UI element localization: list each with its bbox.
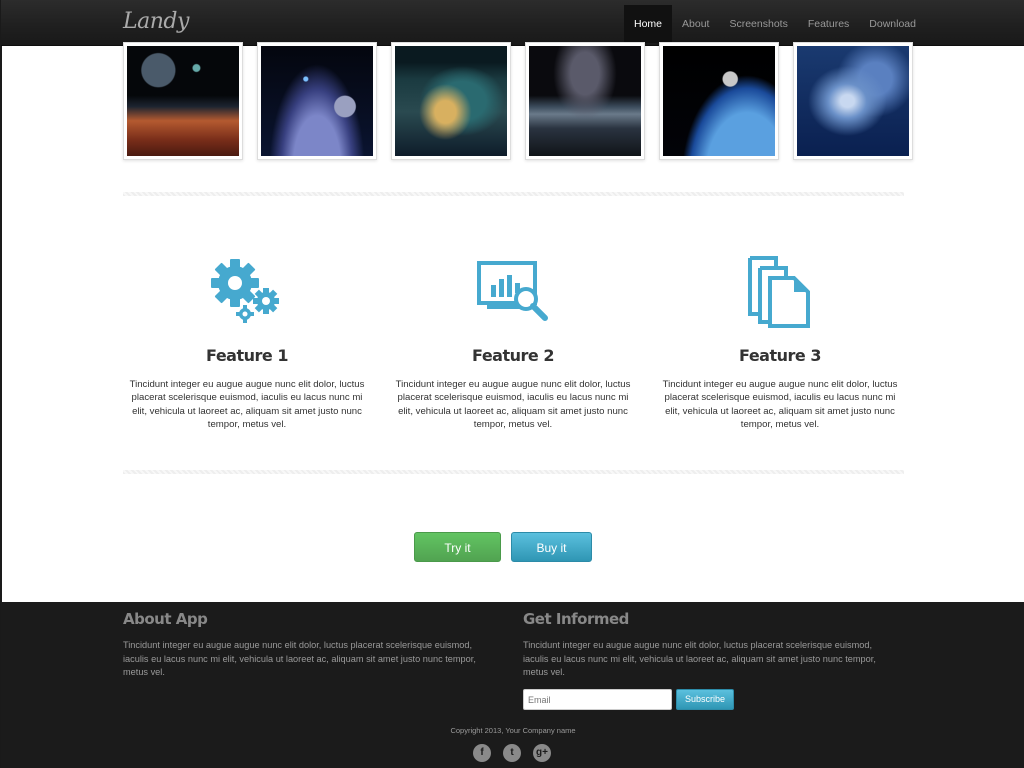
- email-field[interactable]: [523, 689, 672, 710]
- screenshot-nebula: [797, 46, 909, 156]
- screenshot-milky-way-horizon: [529, 46, 641, 156]
- subscribe-form: Subscribe: [523, 689, 734, 710]
- get-informed-title: Get Informed: [523, 610, 629, 628]
- social-links: f t g+: [473, 744, 551, 762]
- get-informed-section: Get Informed Tincidunt integer eu augue …: [523, 610, 883, 680]
- nav-item-download[interactable]: Download: [859, 5, 926, 43]
- feature-card: Feature 3 Tincidunt integer eu augue aug…: [657, 252, 903, 432]
- nav-item-home[interactable]: Home: [624, 5, 673, 43]
- gears-icon: [124, 252, 370, 332]
- nav-item-screenshots[interactable]: Screenshots: [719, 5, 797, 43]
- documents-icon: [657, 252, 903, 332]
- nav-item-about[interactable]: About: [672, 5, 719, 43]
- feature-text: Tincidunt integer eu augue augue nunc el…: [129, 379, 365, 431]
- screenshot-thumb[interactable]: [659, 42, 779, 160]
- screenshot-thumb[interactable]: [257, 42, 377, 160]
- screenshot-satellite: [663, 46, 775, 156]
- main-nav: Home About Screenshots Features Download: [624, 5, 926, 46]
- copyright-text: Copyright 2013, Your Company name: [450, 726, 576, 735]
- top-navbar: Landy Home About Screenshots Features Do…: [1, 0, 1024, 46]
- feature-title: Feature 2: [472, 346, 554, 365]
- section-divider: [123, 192, 904, 196]
- screenshot-gallery: [123, 42, 913, 160]
- screenshot-city-lights: [395, 46, 507, 156]
- page: Landy Home About Screenshots Features Do…: [0, 0, 1024, 768]
- screenshot-thumb[interactable]: [793, 42, 913, 160]
- twitter-icon[interactable]: t: [503, 744, 521, 762]
- about-app-section: About App Tincidunt integer eu augue aug…: [123, 610, 483, 680]
- about-app-title: About App: [123, 610, 208, 628]
- screenshot-earth-orbit: [261, 46, 373, 156]
- screenshot-planet-surface: [127, 46, 239, 156]
- buy-now-button[interactable]: Buy it now: [511, 532, 592, 585]
- main-content: Feature 1 Tincidunt integer eu augue aug…: [2, 42, 1024, 602]
- feature-title: Feature 1: [206, 346, 288, 365]
- try-free-button[interactable]: Try it FREE: [414, 532, 501, 585]
- subscribe-button[interactable]: Subscribe: [676, 689, 734, 710]
- monitor-search-icon: [390, 252, 636, 332]
- feature-text: Tincidunt integer eu augue augue nunc el…: [662, 379, 898, 431]
- screenshot-thumb[interactable]: [123, 42, 243, 160]
- screenshot-thumb[interactable]: [525, 42, 645, 160]
- feature-card: Feature 2 Tincidunt integer eu augue aug…: [390, 252, 636, 432]
- feature-text: Tincidunt integer eu augue augue nunc el…: [395, 379, 631, 431]
- brand-logo[interactable]: Landy: [123, 9, 189, 34]
- feature-title: Feature 3: [739, 346, 821, 365]
- section-divider: [123, 470, 904, 474]
- about-app-text: Tincidunt integer eu augue augue nunc el…: [123, 640, 476, 678]
- nav-item-features[interactable]: Features: [798, 5, 859, 43]
- get-informed-text: Tincidunt integer eu augue augue nunc el…: [523, 640, 876, 678]
- feature-card: Feature 1 Tincidunt integer eu augue aug…: [124, 252, 370, 432]
- screenshot-thumb[interactable]: [391, 42, 511, 160]
- facebook-icon[interactable]: f: [473, 744, 491, 762]
- footer: About App Tincidunt integer eu augue aug…: [1, 602, 1024, 768]
- google-plus-icon[interactable]: g+: [533, 744, 551, 762]
